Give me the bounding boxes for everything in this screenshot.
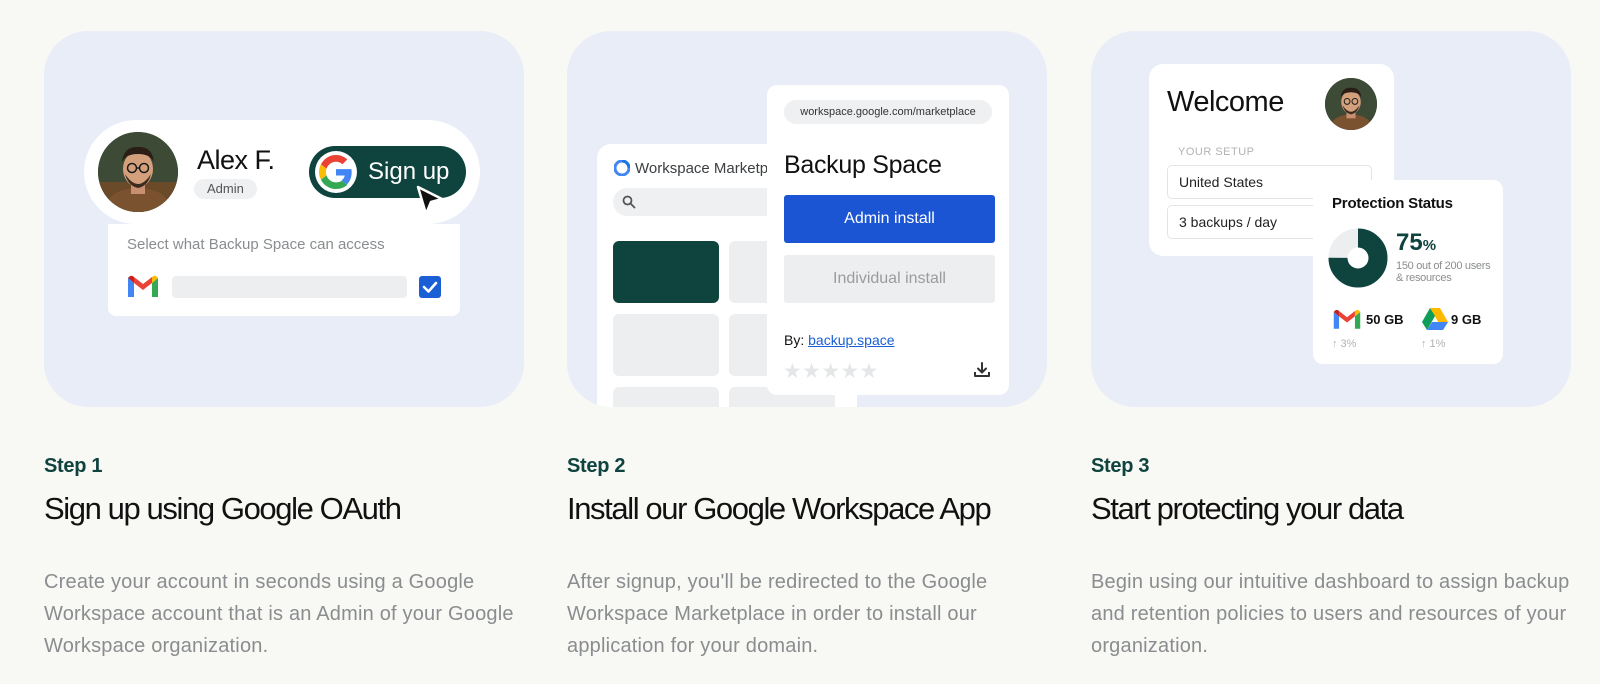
- url-bar: workspace.google.com/marketplace: [784, 100, 992, 124]
- step-label: Step 3: [1091, 455, 1150, 477]
- by-label: By:: [784, 332, 805, 348]
- step-1-column: Alex F. Admin Sign up Select what Backup…: [44, 31, 524, 657]
- step-3-column: Welcome YOUR SETUP United States 3 backu…: [1091, 31, 1571, 657]
- welcome-heading: Welcome: [1167, 86, 1284, 118]
- gmail-icon: [1333, 309, 1361, 329]
- access-label: Select what Backup Space can access: [127, 236, 385, 253]
- user-name: Alex F.: [197, 145, 275, 175]
- individual-install-button[interactable]: Individual install: [784, 255, 995, 303]
- app-tile[interactable]: [613, 314, 719, 376]
- step-label: Step 1: [44, 455, 103, 477]
- rating-stars: ★★★★★: [783, 360, 879, 383]
- percent-value: 75: [1396, 229, 1423, 256]
- protection-percent: 75%: [1396, 229, 1436, 257]
- cursor-icon: [416, 185, 444, 216]
- step-title: Start protecting your data: [1091, 491, 1404, 526]
- protection-donut-chart: [1328, 228, 1388, 288]
- download-icon[interactable]: [972, 360, 992, 380]
- signup-label: Sign up: [368, 158, 450, 185]
- drive-storage: 9 GB: [1451, 312, 1482, 327]
- role-badge: Admin: [194, 179, 257, 199]
- step-description: After signup, you'll be redirected to th…: [567, 571, 988, 657]
- app-tile[interactable]: [613, 387, 719, 407]
- step-description: Begin using our intuitive dashboard to a…: [1091, 571, 1570, 657]
- percent-sign: %: [1422, 237, 1437, 254]
- step-2-column: Workspace Marketplace workspace.google.c…: [567, 31, 1047, 657]
- google-drive-icon: [1422, 308, 1448, 330]
- step-label: Step 2: [567, 455, 626, 477]
- workspace-marketplace-logo-icon: [614, 160, 630, 176]
- developer-line: By: backup.space: [784, 332, 895, 348]
- app-tile-featured[interactable]: [613, 241, 719, 303]
- drive-delta: ↑ 1%: [1421, 338, 1446, 350]
- check-icon: [422, 281, 438, 293]
- marketplace-illustration-card: Workspace Marketplace workspace.google.c…: [567, 31, 1047, 407]
- gmail-delta: ↑ 3%: [1332, 338, 1357, 350]
- setup-label: YOUR SETUP: [1178, 146, 1255, 158]
- app-name: Backup Space: [784, 151, 942, 179]
- step-title: Sign up using Google OAuth: [44, 491, 402, 526]
- protection-status-panel: Protection Status 75% 150 out of 200 use…: [1313, 180, 1503, 364]
- dashboard-illustration-card: Welcome YOUR SETUP United States 3 backu…: [1091, 31, 1571, 407]
- avatar: [98, 132, 178, 212]
- protection-title: Protection Status: [1332, 195, 1453, 212]
- app-listing-panel: workspace.google.com/marketplace Backup …: [767, 85, 1009, 395]
- gmail-storage: 50 GB: [1366, 312, 1404, 327]
- avatar: [1325, 78, 1377, 130]
- permission-placeholder-bar: [172, 276, 407, 298]
- protection-subtitle: 150 out of 200 users & resources: [1396, 260, 1491, 284]
- gmail-permission-checkbox[interactable]: [419, 276, 441, 298]
- step-description: Create your account in seconds using a G…: [44, 571, 514, 657]
- google-logo-icon: [315, 151, 357, 193]
- access-panel: Select what Backup Space can access: [108, 224, 460, 316]
- search-icon: [622, 195, 636, 209]
- step-title: Install our Google Workspace App: [567, 491, 992, 526]
- signup-illustration-card: Alex F. Admin Sign up Select what Backup…: [44, 31, 524, 407]
- developer-link[interactable]: backup.space: [808, 332, 894, 348]
- admin-install-button[interactable]: Admin install: [784, 195, 995, 243]
- gmail-icon: [128, 275, 158, 297]
